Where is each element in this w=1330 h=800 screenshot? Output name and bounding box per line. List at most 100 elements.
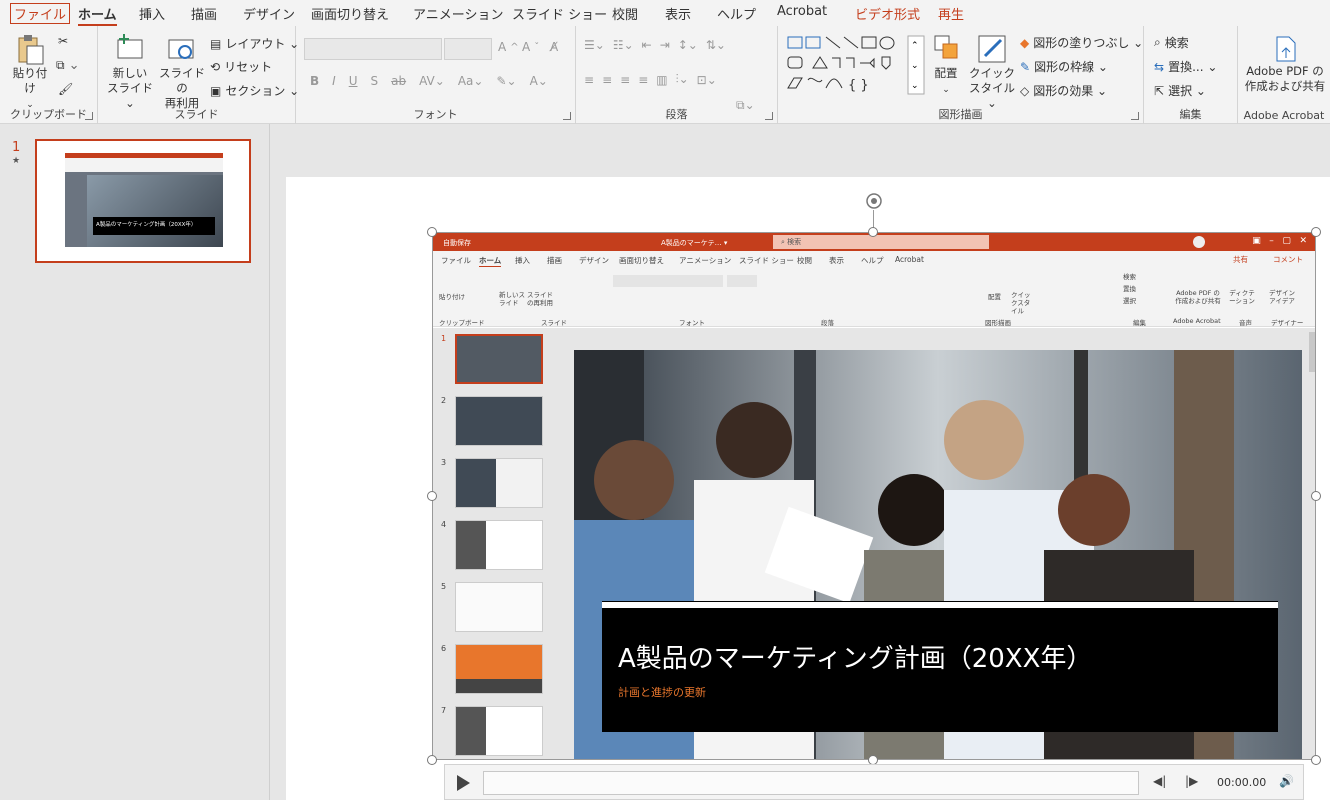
copy-button[interactable]: ⧉ ⌄ (56, 58, 79, 73)
svg-text:⌄: ⌄ (911, 81, 919, 91)
align-buttons[interactable]: ≡ ≡ ≡ ≡ ▥ ⫶⌄ ⊡⌄ (584, 72, 717, 87)
tab-acrobat[interactable]: Acrobat (777, 4, 827, 19)
list-buttons[interactable]: ☰⌄ ☷⌄ ⇤ ⇥ ↕⌄ ⇅⌄ (584, 38, 726, 52)
resize-handle-se[interactable] (1311, 755, 1321, 765)
paragraph-launcher[interactable] (765, 112, 773, 120)
inner-ribbon: 貼り付け 新しいスライド スライドの再利用 配置 クイックスタイル 検索 置換 … (433, 267, 1315, 327)
tab-video-format[interactable]: ビデオ形式 (855, 4, 920, 23)
reset-button[interactable]: ⟲ リセット (210, 58, 272, 75)
paragraph-label: 段落 (665, 108, 688, 121)
paste-button[interactable]: 貼り付け ⌄ (8, 32, 52, 113)
tab-draw[interactable]: 描画 (191, 4, 217, 23)
tab-view[interactable]: 表示 (665, 4, 691, 23)
tab-slideshow[interactable]: スライド ショー (512, 4, 607, 23)
section-button[interactable]: ▣ セクション ⌄ (210, 82, 299, 99)
replace-icon: ⇆ (1154, 59, 1165, 74)
numbering-icon[interactable]: ☷⌄ (613, 38, 634, 52)
tab-transitions[interactable]: 画面切り替え (311, 4, 389, 23)
resize-handle-sw[interactable] (427, 755, 437, 765)
clear-format-icon[interactable]: A̸ (550, 40, 558, 54)
text-direction-icon[interactable]: ⇅⌄ (706, 38, 726, 52)
reuse-slides-icon (168, 39, 194, 59)
format-painter-button[interactable]: 🖌 (58, 82, 73, 96)
title-box: A製品のマーケティング計画（20XX年） 計画と進捗の更新 (602, 602, 1278, 732)
tab-insert[interactable]: 挿入 (139, 4, 165, 23)
tab-design[interactable]: デザイン (243, 4, 295, 23)
grow-font-button[interactable]: A ^ (498, 40, 519, 54)
svg-text:⌄: ⌄ (911, 61, 919, 71)
inner-slide-view: A製品のマーケティング計画（20XX年） 計画と進捗の更新 (558, 328, 1315, 759)
tab-help[interactable]: ヘルプ (717, 4, 756, 23)
step-forward-icon[interactable]: |▶ (1185, 774, 1198, 788)
tab-file[interactable]: ファイル (10, 3, 71, 24)
resize-handle-e[interactable] (1311, 491, 1321, 501)
layout-button[interactable]: ▤ レイアウト ⌄ (210, 35, 299, 52)
bold-icon[interactable]: B (310, 74, 319, 88)
font-color-icon[interactable]: A⌄ (530, 74, 548, 88)
svg-text:{ }: { } (848, 78, 869, 93)
shape-effects-button[interactable]: ◇ 図形の効果 ⌄ (1020, 82, 1107, 99)
tab-home[interactable]: ホーム (78, 4, 117, 27)
line-spacing-icon[interactable]: ↕⌄ (678, 38, 698, 52)
tab-review[interactable]: 校閲 (612, 4, 638, 23)
font-size-combo[interactable] (444, 38, 492, 60)
resize-handle-ne[interactable] (1311, 227, 1321, 237)
find-button[interactable]: ⌕ 検索 (1154, 34, 1189, 51)
highlight-icon[interactable]: ✎⌄ (496, 74, 516, 88)
slide-thumbnail-1[interactable]: A製品のマーケティング計画（20XX年） (35, 139, 251, 263)
create-pdf-button[interactable]: Adobe PDF の作成および共有 (1240, 34, 1330, 94)
slide-number: 1 (12, 140, 21, 155)
case-icon[interactable]: Aa⌄ (458, 74, 484, 88)
ribbon: 貼り付け ⌄ ✂ ⧉ ⌄ 🖌 クリップボード 新しい スライド ⌄ スライドの 再利用 … (0, 26, 1330, 124)
outline-icon: ✎ (1020, 59, 1031, 74)
new-slide-button[interactable]: 新しい スライド ⌄ (104, 32, 156, 111)
align-left-icon[interactable]: ≡ (584, 73, 594, 87)
cut-button[interactable]: ✂ (58, 34, 68, 48)
underline-icon[interactable]: U (349, 74, 358, 88)
animation-star-icon: ★ (12, 156, 21, 166)
shape-fill-button[interactable]: ◆ 図形の塗りつぶし ⌄ (1020, 34, 1143, 51)
align-text-icon[interactable]: ⊡⌄ (697, 73, 717, 87)
resize-handle-w[interactable] (427, 491, 437, 501)
shape-outline-button[interactable]: ✎ 図形の枠線 ⌄ (1020, 58, 1108, 75)
align-right-icon[interactable]: ≡ (620, 73, 630, 87)
align-center-icon[interactable]: ≡ (602, 73, 612, 87)
seek-bar[interactable] (483, 771, 1139, 795)
arrange-button[interactable]: 配置 ⌄ (924, 32, 968, 98)
columns-icon[interactable]: ⫶⌄ (676, 72, 689, 87)
distribute-icon[interactable]: ▥ (656, 73, 667, 87)
cursor-icon: ⇱ (1154, 83, 1165, 98)
tab-animations[interactable]: アニメーション (413, 4, 503, 23)
volume-icon[interactable]: 🔊 (1279, 774, 1294, 788)
select-button[interactable]: ⇱ 選択 ⌄ (1154, 82, 1206, 99)
justify-icon[interactable]: ≡ (638, 73, 648, 87)
increase-indent-icon[interactable]: ⇥ (660, 38, 670, 52)
replace-button[interactable]: ⇆ 置換... ⌄ (1154, 58, 1217, 75)
resize-handle-n[interactable] (868, 227, 878, 237)
bullets-icon[interactable]: ☰⌄ (584, 38, 605, 52)
clipboard-launcher[interactable] (85, 112, 93, 120)
font-launcher[interactable] (563, 112, 571, 120)
strikethrough-icon[interactable]: ab (391, 74, 406, 88)
media-player-bar: ◀| |▶ 00:00.00 🔊 (444, 764, 1304, 800)
group-paragraph: ☰⌄ ☷⌄ ⇤ ⇥ ↕⌄ ⇅⌄ ≡ ≡ ≡ ≡ ▥ ⫶⌄ ⊡⌄ ⧉⌄ 段落 (576, 26, 778, 124)
resize-handle-nw[interactable] (427, 227, 437, 237)
italic-icon[interactable]: I (332, 74, 336, 88)
embedded-video[interactable]: 自動保存 A製品のマーケテ… ▾ ⌕ 検索 ▣ – ▢ ✕ ファイル ホーム 挿… (432, 232, 1316, 760)
quick-styles-button[interactable]: クイック スタイル ⌄ (968, 32, 1016, 111)
play-icon[interactable] (457, 775, 470, 791)
step-back-icon[interactable]: ◀| (1153, 774, 1166, 788)
reuse-slides-button[interactable]: スライドの 再利用 (156, 32, 208, 111)
font-name-combo[interactable] (304, 38, 442, 60)
spacing-icon[interactable]: AV⌄ (419, 74, 445, 88)
decrease-indent-icon[interactable]: ⇤ (642, 38, 652, 52)
tab-playback[interactable]: 再生 (938, 4, 964, 23)
drawing-launcher[interactable] (1131, 112, 1139, 120)
shapes-gallery[interactable]: { } ⌃ ⌄ ⌄ (786, 34, 926, 96)
pdf-share-icon (1276, 36, 1296, 62)
font-format-buttons[interactable]: B I U Sab AV⌄ Aa⌄ ✎⌄ A⌄ (310, 74, 548, 88)
svg-text:⌃: ⌃ (911, 41, 919, 51)
shrink-font-button[interactable]: Aˇ (522, 40, 539, 54)
shadow-icon[interactable]: S (371, 74, 379, 88)
rotate-handle-icon[interactable] (863, 190, 885, 212)
